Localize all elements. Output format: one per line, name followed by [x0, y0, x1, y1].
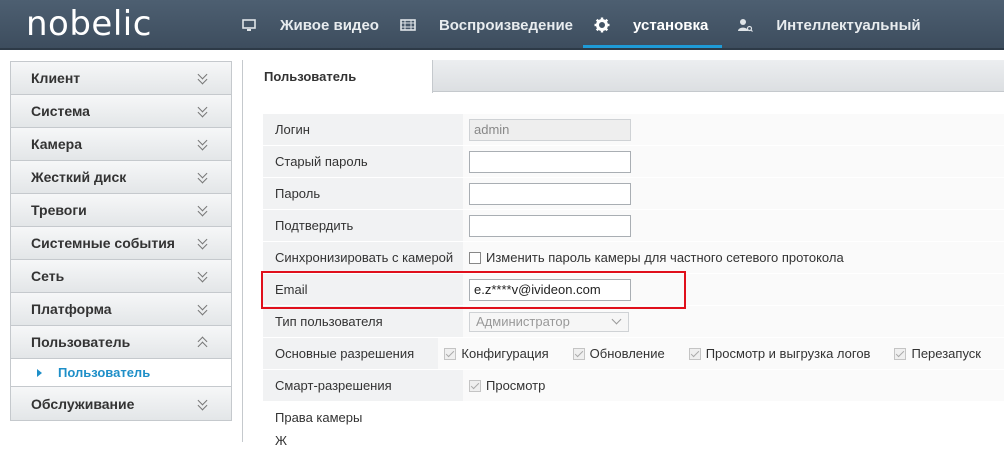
- sidebar-item-hard-disk[interactable]: Жесткий диск: [11, 161, 231, 194]
- nav-playback[interactable]: Воспроизведение: [399, 0, 587, 50]
- sidebar-item-system-events[interactable]: Системные события: [11, 227, 231, 260]
- sync-checkbox-label: Изменить пароль камеры для частного сете…: [486, 250, 844, 265]
- chevron-up-icon: [197, 336, 209, 348]
- sidebar-item-system[interactable]: Система: [11, 95, 231, 128]
- sidebar-item-label: Сеть: [31, 268, 65, 284]
- perm-logs-label: Просмотр и выгрузка логов: [705, 346, 871, 361]
- sidebar-item-label: Системные события: [31, 235, 175, 251]
- main-content: Пользователь Логин admin Старый пароль П…: [242, 60, 1004, 462]
- film-icon: [399, 16, 417, 34]
- sidebar-item-maintenance[interactable]: Обслуживание: [11, 387, 231, 420]
- basic-perms-row: Основные разрешения Конфигурация Обновле…: [263, 338, 1004, 370]
- confirm-password-field[interactable]: [469, 214, 631, 237]
- settings-sidebar: Клиент Система Камера Жесткий диск Трево…: [10, 61, 232, 421]
- sidebar-item-label: Обслуживание: [31, 395, 135, 412]
- old-password-label: Старый пароль: [263, 146, 463, 177]
- login-row: Логин admin: [263, 114, 1004, 146]
- confirm-row: Подтвердить: [263, 210, 1004, 242]
- chevron-down-icon: [197, 303, 209, 315]
- smart-perms-label: Смарт-разрешения: [263, 370, 463, 401]
- perm-config-label: Конфигурация: [461, 346, 549, 361]
- sidebar-item-label: Платформа: [31, 301, 112, 317]
- nav-live-video-label: Живое видео: [280, 16, 379, 34]
- smart-perms-row: Смарт-разрешения Просмотр: [263, 370, 1004, 402]
- brand-logo: nobelic: [26, 4, 152, 44]
- perm-restart-label: Перезапуск: [911, 346, 981, 361]
- password-field[interactable]: [469, 182, 631, 205]
- password-row: Пароль: [263, 178, 1004, 210]
- perm-update-checkbox: [572, 347, 585, 360]
- user-search-icon: [736, 16, 754, 34]
- chevron-down-icon: [197, 204, 209, 216]
- chevron-down-icon: [197, 138, 209, 150]
- camera-rights-partial: Ж: [275, 433, 288, 448]
- login-label: Логин: [263, 114, 463, 145]
- user-type-row: Тип пользователя Администратор: [263, 306, 1004, 338]
- nav-live-video[interactable]: Живое видео: [240, 0, 393, 50]
- confirm-label: Подтвердить: [263, 210, 463, 241]
- camera-rights-block: Права камеры Ж: [263, 402, 1004, 462]
- email-field[interactable]: e.z****v@ivideon.com: [469, 278, 631, 301]
- sidebar-item-alarms[interactable]: Тревоги: [11, 194, 231, 227]
- perm-config-checkbox: [444, 347, 457, 360]
- tab-user[interactable]: Пользователь: [243, 60, 433, 93]
- dropdown-arrow-icon: [611, 314, 622, 325]
- perm-view-checkbox: [469, 379, 481, 392]
- chevron-down-icon: [197, 72, 209, 84]
- monitor-icon: [240, 16, 258, 34]
- sidebar-item-client[interactable]: Клиент: [11, 62, 231, 95]
- sync-row: Синхронизировать с камерой Изменить паро…: [263, 242, 1004, 274]
- perm-logs-checkbox: [688, 347, 701, 360]
- sidebar-item-camera[interactable]: Камера: [11, 128, 231, 161]
- sidebar-item-label: Камера: [31, 136, 82, 152]
- user-type-value: Администратор: [476, 314, 570, 329]
- user-type-label: Тип пользователя: [263, 306, 463, 337]
- tab-bar: Пользователь: [243, 60, 1004, 93]
- top-navigation-bar: nobelic Живое видео Воспроизведение уста…: [0, 0, 1004, 50]
- gear-icon: [593, 16, 611, 34]
- chevron-down-icon: [197, 270, 209, 282]
- sidebar-item-label: Пользователь: [31, 334, 131, 350]
- nav-setup[interactable]: установка: [582, 0, 723, 50]
- sidebar-subitem-user[interactable]: Пользователь: [11, 359, 231, 387]
- perm-update-label: Обновление: [589, 346, 665, 361]
- email-row: Email e.z****v@ivideon.com: [263, 274, 1004, 306]
- main-nav: Живое видео Воспроизведение установка Ин…: [240, 0, 935, 50]
- chevron-down-icon: [197, 105, 209, 117]
- email-label: Email: [263, 274, 463, 305]
- sync-checkbox[interactable]: [469, 251, 481, 264]
- sidebar-item-platform[interactable]: Платформа: [11, 293, 231, 326]
- user-type-select: Администратор: [469, 311, 629, 332]
- password-label: Пароль: [263, 178, 463, 209]
- nav-playback-label: Воспроизведение: [438, 16, 574, 34]
- sync-label: Синхронизировать с камерой: [263, 242, 463, 273]
- old-password-row: Старый пароль: [263, 146, 1004, 178]
- chevron-down-icon: [197, 398, 209, 410]
- camera-rights-label: Права камеры: [275, 410, 363, 425]
- sidebar-item-user[interactable]: Пользователь: [11, 326, 231, 359]
- sidebar-item-label: Тревоги: [31, 202, 87, 218]
- nav-intelligent[interactable]: Интеллектуальный: [736, 0, 934, 50]
- triangle-right-icon: [37, 368, 42, 377]
- sidebar-item-network[interactable]: Сеть: [11, 260, 231, 293]
- chevron-down-icon: [197, 237, 209, 249]
- perm-view-label: Просмотр: [486, 378, 546, 393]
- sidebar-item-label: Система: [31, 103, 90, 119]
- chevron-down-icon: [197, 171, 209, 183]
- sidebar-subitem-label: Пользователь: [58, 365, 151, 380]
- nav-intelligent-label: Интеллектуальный: [776, 16, 921, 34]
- old-password-field[interactable]: [469, 150, 631, 173]
- nav-setup-label: установка: [633, 16, 709, 34]
- basic-perms-label: Основные разрешения: [263, 338, 439, 369]
- sidebar-item-label: Жесткий диск: [31, 169, 127, 185]
- sidebar-item-label: Клиент: [31, 70, 81, 86]
- user-form: Логин admin Старый пароль Пароль Подтвер…: [263, 114, 1004, 462]
- perm-restart-checkbox: [894, 347, 907, 360]
- login-field: admin: [469, 118, 631, 141]
